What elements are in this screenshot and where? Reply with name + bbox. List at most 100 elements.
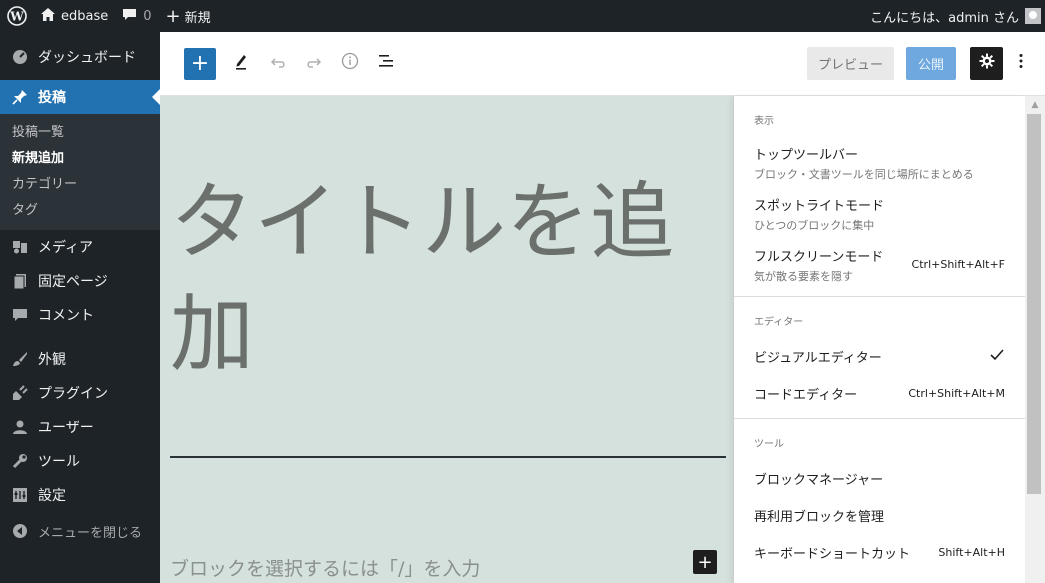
sidebar-item-comments[interactable]: コメント (0, 298, 160, 332)
scrollbar-thumb[interactable] (1027, 114, 1041, 494)
menu-item-manage-reusable-blocks[interactable]: 再利用ブロックを管理 (734, 497, 1025, 534)
sidebar-item-dashboard[interactable]: ダッシュボード (0, 40, 160, 74)
group-label: 表示 (754, 116, 774, 127)
sidebar-item-media[interactable]: メディア (0, 230, 160, 264)
block-appender-placeholder[interactable]: ブロックを選択するには「/」を入力 (170, 554, 480, 581)
menu-group-tools: ツール ブロックマネージャー 再利用ブロックを管理 キーボードショートカット S… (734, 419, 1025, 577)
sidebar-label: ユーザー (38, 420, 94, 436)
inline-block-inserter-button[interactable]: + (693, 550, 717, 574)
outline-button[interactable] (368, 46, 404, 82)
greeting-text: こんにちは、admin さん (870, 10, 1019, 26)
pushpin-icon (10, 89, 30, 105)
menu-item-visual-editor[interactable]: ビジュアルエディター (734, 338, 1025, 375)
menu-item-shortcut: Ctrl+Shift+Alt+M (908, 387, 1005, 400)
menu-item-top-toolbar[interactable]: トップツールバー ブロック・文書ツールを同じ場所にまとめる (734, 137, 1025, 188)
my-account-link[interactable]: こんにちは、admin さん (863, 0, 1045, 32)
menu-item-keyboard-shortcuts[interactable]: キーボードショートカット Shift+Alt+H (734, 534, 1025, 571)
tools-button[interactable] (224, 46, 260, 82)
scroll-up-arrow-icon[interactable]: ▲ (1025, 96, 1045, 114)
plus-icon: + (190, 51, 210, 76)
page-icon (10, 273, 30, 289)
editor-header-toolbar: + プレビュー 公開 (160, 32, 1045, 96)
more-tools-button[interactable] (1011, 47, 1031, 80)
menu-item-label: ビジュアルエディター (754, 351, 882, 366)
undo-button[interactable] (260, 46, 296, 82)
menu-item-description: ひとつのブロックに集中 (754, 218, 875, 232)
collapse-arrow-icon (10, 523, 30, 539)
menu-item-block-manager[interactable]: ブロックマネージャー (734, 460, 1025, 497)
preview-button[interactable]: プレビュー (806, 47, 894, 80)
plugin-icon (10, 385, 30, 401)
pencil-icon (233, 52, 251, 75)
avatar (1025, 8, 1041, 24)
sidebar-label: 固定ページ (38, 274, 108, 290)
menu-item-label: ブロックマネージャー (754, 473, 884, 488)
submenu-item-tags[interactable]: タグ (0, 198, 160, 224)
submenu-item-all-posts[interactable]: 投稿一覧 (0, 120, 160, 146)
new-label: 新規 (184, 10, 211, 26)
wordpress-logo-icon[interactable]: W (0, 0, 34, 32)
sidebar-item-appearance[interactable]: 外観 (0, 342, 160, 376)
sidebar-item-settings[interactable]: 設定 (0, 478, 160, 512)
menu-item-code-editor[interactable]: コードエディター Ctrl+Shift+Alt+M (734, 375, 1025, 412)
site-name: edbase (61, 8, 109, 24)
sidebar-item-users[interactable]: ユーザー (0, 410, 160, 444)
group-label: エディター (754, 317, 804, 328)
menu-item-label: コードエディター (754, 388, 858, 403)
sidebar-label: ダッシュボード (38, 50, 136, 66)
sidebar-item-plugins[interactable]: プラグイン (0, 376, 160, 410)
dashboard-gauge-icon (10, 49, 30, 65)
sidebar-item-tools[interactable]: ツール (0, 444, 160, 478)
sidebar-item-pages[interactable]: 固定ページ (0, 264, 160, 298)
sidebar-item-posts[interactable]: 投稿 (0, 80, 160, 114)
menu-item-fullscreen-mode[interactable]: フルスクリーンモード 気が散る要素を隠す Ctrl+Shift+Alt+F (734, 239, 1025, 290)
block-inserter-button[interactable]: + (184, 47, 216, 80)
redo-icon (305, 53, 323, 74)
menu-item-description: ブロック・文書ツールを同じ場所にまとめる (754, 167, 974, 181)
gear-icon (979, 53, 995, 74)
menu-group-editor: エディター ビジュアルエディター コードエディター Ctrl+Shift+Alt… (734, 297, 1025, 419)
post-title-placeholder[interactable]: タイトルを追加 (170, 166, 730, 390)
menu-item-label: スポットライトモード (754, 198, 885, 214)
redo-button[interactable] (296, 46, 332, 82)
new-content-link[interactable]: + 新規 (159, 0, 218, 32)
undo-icon (269, 53, 287, 74)
comments-count: 0 (143, 8, 152, 24)
checkmark-icon (989, 347, 1005, 366)
sidebar-label: ツール (38, 454, 80, 470)
svg-text:W: W (9, 10, 24, 24)
menu-separator (0, 332, 160, 342)
menu-item-label: 再利用ブロックを管理 (754, 510, 885, 525)
wrench-icon (10, 453, 30, 469)
menu-item-description: 気が散る要素を隠す (754, 269, 853, 283)
home-icon (41, 7, 55, 25)
sidebar-label: コメント (38, 308, 94, 324)
comment-icon (10, 308, 30, 322)
settings-button[interactable] (970, 47, 1003, 80)
menu-item-label: トップツールバー (754, 147, 859, 163)
comment-bubble-icon (122, 8, 137, 25)
comments-link[interactable]: 0 (115, 0, 158, 32)
menu-item-shortcut: Ctrl+Shift+Alt+F (911, 258, 1005, 271)
group-label: ツール (754, 439, 784, 450)
list-view-icon (377, 53, 395, 74)
menu-scrollbar[interactable]: ▲ (1025, 96, 1045, 583)
sidebar-label: メニューを閉じる (38, 525, 143, 541)
menu-item-label: キーボードショートカット (754, 547, 911, 562)
collapse-menu-button[interactable]: メニューを閉じる (0, 514, 160, 548)
vertical-ellipsis-icon (1019, 53, 1023, 74)
media-icon (10, 239, 30, 255)
plus-icon: + (165, 5, 181, 27)
publish-button[interactable]: 公開 (905, 47, 956, 80)
menu-item-label: フルスクリーンモード (754, 249, 884, 265)
more-options-menu: 表示 トップツールバー ブロック・文書ツールを同じ場所にまとめる スポットライト… (733, 96, 1025, 583)
site-name-link[interactable]: edbase (34, 0, 115, 32)
sidebar-label: メディア (38, 240, 94, 256)
menu-item-spotlight-mode[interactable]: スポットライトモード ひとつのブロックに集中 (734, 188, 1025, 239)
admin-sidebar: ダッシュボード 投稿 投稿一覧 新規追加 カテゴリー タグ メディア 固定ページ… (0, 32, 160, 583)
details-button[interactable] (332, 46, 368, 82)
submenu-item-categories[interactable]: カテゴリー (0, 172, 160, 198)
sidebar-label: 設定 (38, 488, 66, 504)
menu-item-shortcut: Shift+Alt+H (938, 546, 1005, 559)
submenu-item-add-new[interactable]: 新規追加 (0, 146, 160, 172)
